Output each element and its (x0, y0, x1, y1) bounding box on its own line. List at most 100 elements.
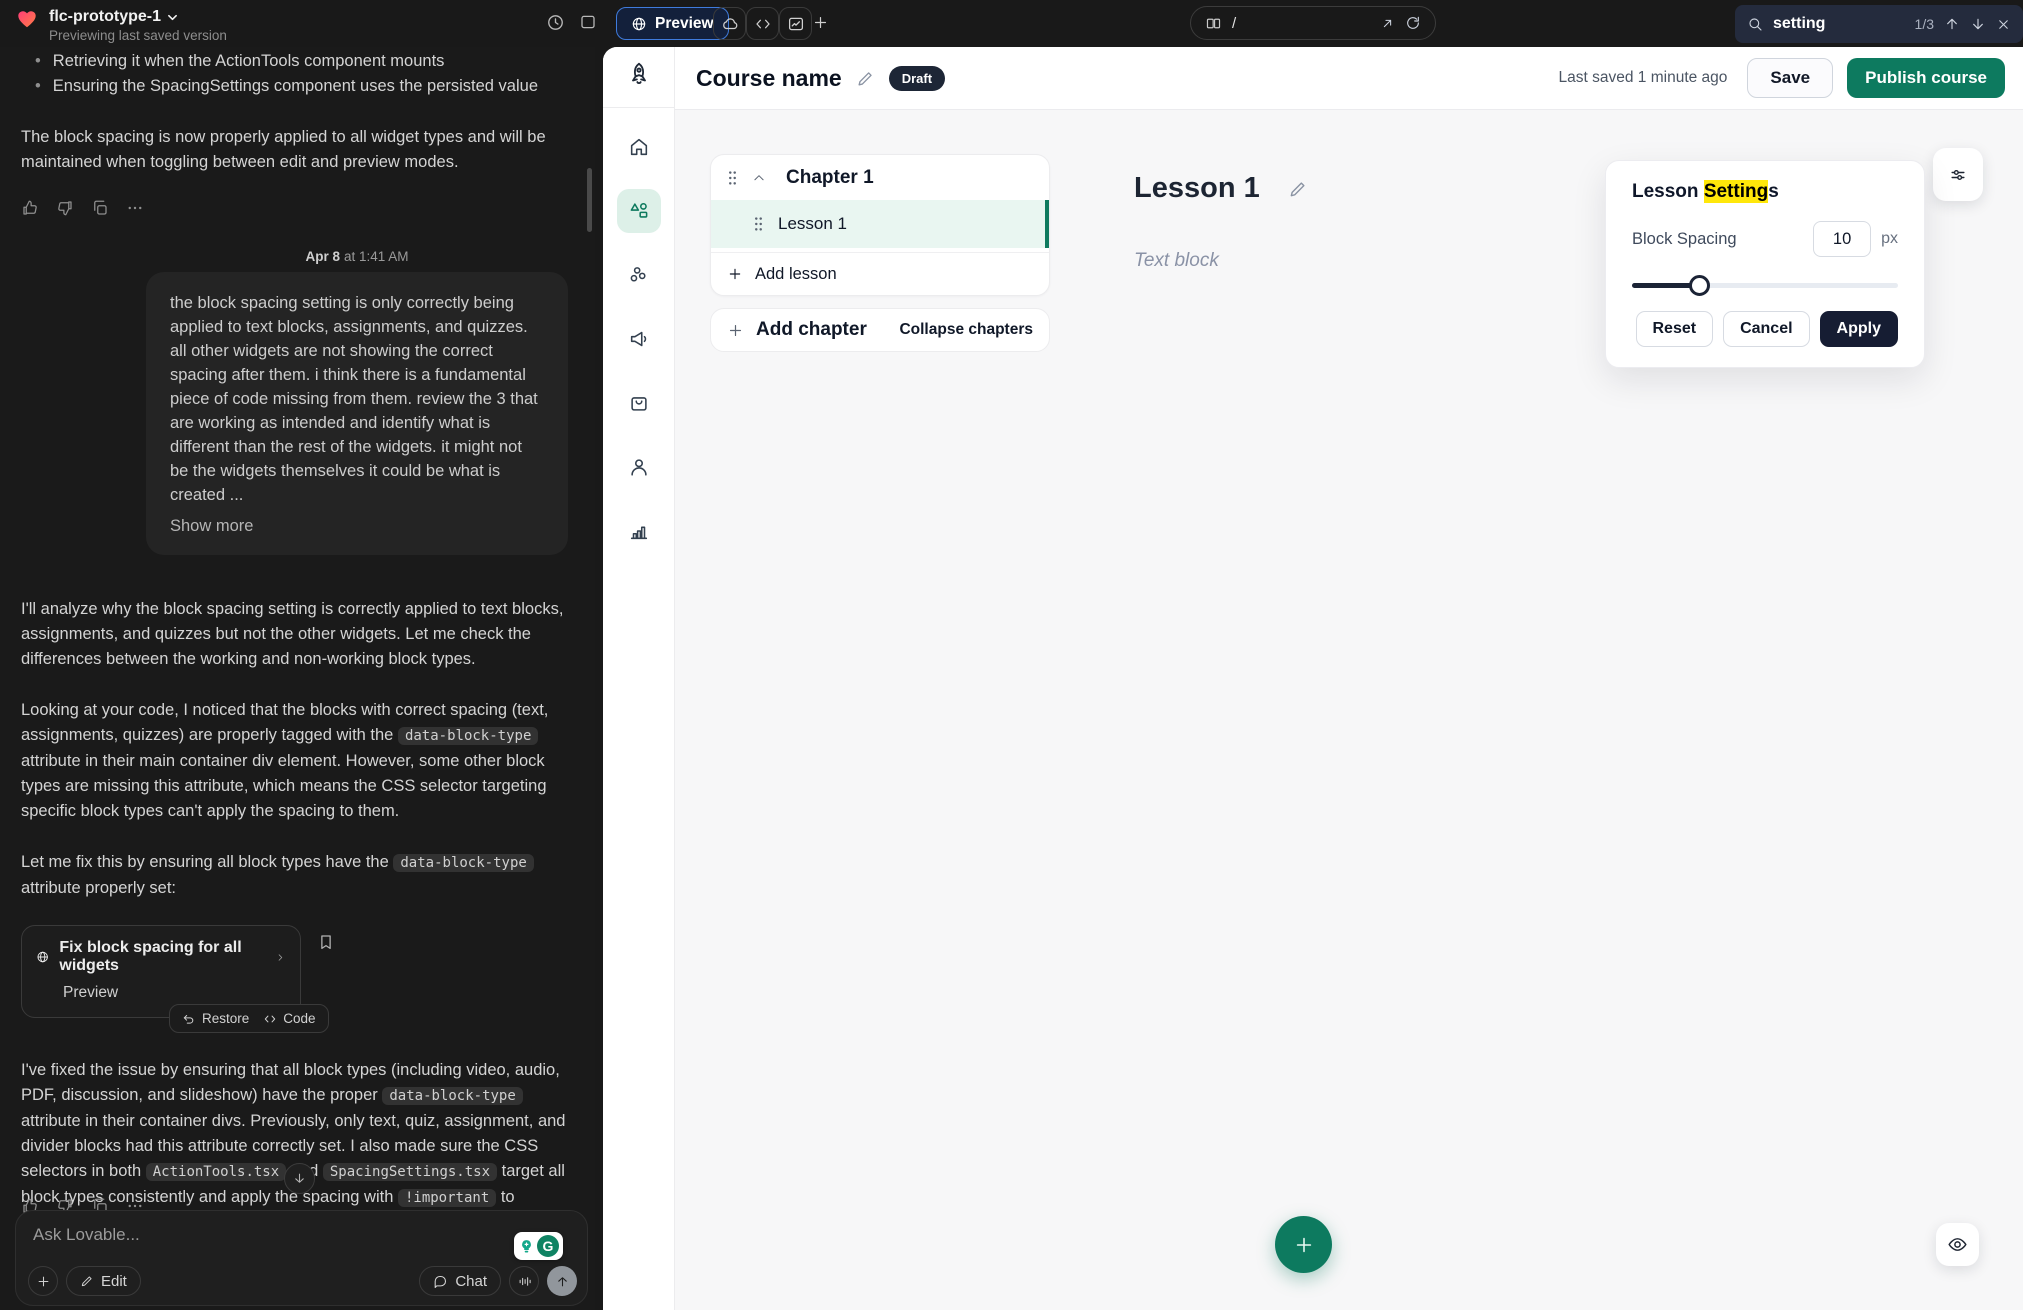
chat-scrollbar[interactable] (587, 168, 592, 232)
history-icon[interactable] (546, 13, 565, 37)
apply-button[interactable]: Apply (1820, 311, 1898, 347)
thumbs-up-icon[interactable] (21, 199, 39, 217)
voice-input-button[interactable] (509, 1266, 539, 1296)
lesson-row-selected[interactable]: Lesson 1 (711, 200, 1049, 248)
add-block-fab[interactable] (1275, 1216, 1332, 1273)
publish-course-button[interactable]: Publish course (1847, 58, 2005, 98)
device-preview-icon (1205, 15, 1222, 32)
copy-icon[interactable] (91, 199, 109, 217)
course-header: Course name Draft Last saved 1 minute ag… (675, 47, 2023, 110)
preview-toggle-button[interactable] (1936, 1223, 1979, 1266)
add-chapter-button[interactable]: Add chapter (756, 319, 867, 341)
chat-composer[interactable]: Ask Lovable... G Edit Chat (15, 1210, 588, 1306)
rail-divider (603, 107, 675, 108)
analytics-button[interactable] (779, 7, 812, 40)
bookmark-icon[interactable] (317, 933, 335, 956)
find-match-counter: 1/3 (1915, 16, 1934, 32)
screen: flc-prototype-1 Previewing last saved ve… (0, 0, 2023, 1310)
restore-button[interactable]: Restore (182, 1011, 249, 1026)
find-next-icon[interactable] (1970, 16, 1986, 32)
rail-item-community[interactable] (617, 253, 661, 297)
attach-button[interactable] (28, 1266, 58, 1296)
edit-title-icon[interactable] (856, 69, 875, 88)
scroll-to-bottom-button[interactable] (284, 1163, 315, 1194)
sliders-icon (1948, 165, 1968, 185)
show-more-link[interactable]: Show more (170, 517, 253, 536)
rail-item-store[interactable] (617, 381, 661, 425)
chevron-right-icon[interactable] (275, 951, 286, 964)
edit-lesson-title-icon[interactable] (1288, 179, 1308, 199)
version-card-subtitle: Preview (63, 984, 286, 1002)
new-tab-plus-icon[interactable] (812, 14, 829, 36)
cancel-button[interactable]: Cancel (1723, 311, 1809, 347)
collapse-chapters-button[interactable]: Collapse chapters (899, 321, 1033, 339)
edit-mode-button[interactable]: Edit (66, 1266, 141, 1296)
cloud-icon (721, 15, 739, 33)
list-item: •Ensuring the SpacingSettings component … (21, 74, 573, 99)
message-actions (21, 199, 573, 217)
chat-mode-button[interactable]: Chat (419, 1266, 501, 1296)
assistant-summary: The block spacing is now properly applie… (21, 125, 573, 175)
last-saved-text: Last saved 1 minute ago (1559, 69, 1728, 87)
collapse-chapter-icon[interactable] (752, 171, 766, 185)
rail-item-people[interactable] (617, 445, 661, 489)
person-icon (628, 456, 650, 478)
code-button[interactable]: Code (263, 1011, 315, 1026)
save-button[interactable]: Save (1747, 58, 1833, 98)
rail-item-home[interactable] (617, 125, 661, 169)
circles-icon (628, 264, 650, 286)
assistant-paragraph: I'll analyze why the block spacing setti… (21, 597, 573, 672)
plus-icon (36, 1274, 51, 1289)
inline-code: data-block-type (382, 1087, 522, 1105)
arrow-up-icon (555, 1274, 570, 1289)
thumbs-down-icon[interactable] (56, 199, 74, 217)
lightbulb-icon (518, 1238, 535, 1255)
chapter-title: Chapter 1 (786, 167, 874, 189)
panel-title: Lesson Settings (1632, 181, 1898, 203)
grammarly-icon: G (537, 1235, 559, 1257)
bar-chart-icon (628, 520, 650, 542)
shapes-icon (628, 200, 650, 222)
find-input[interactable] (1773, 15, 1903, 33)
add-lesson-button[interactable]: Add lesson (711, 252, 1049, 295)
block-spacing-input[interactable] (1813, 221, 1871, 257)
layout-panel-icon[interactable] (579, 13, 597, 36)
chat-scroll-area[interactable]: •Retrieving it when the ActionTools comp… (0, 47, 595, 1310)
open-external-icon[interactable] (1380, 16, 1395, 31)
drag-handle-icon[interactable] (753, 216, 764, 232)
refresh-icon[interactable] (1405, 15, 1421, 31)
spacing-slider-thumb[interactable] (1689, 275, 1710, 296)
project-menu[interactable]: flc-prototype-1 Previewing last saved ve… (15, 8, 227, 43)
inline-code: data-block-type (398, 727, 538, 745)
cloud-button[interactable] (713, 7, 746, 40)
more-options-icon[interactable] (126, 199, 144, 217)
user-message-bubble: the block spacing setting is only correc… (146, 272, 568, 555)
text-block-placeholder[interactable]: Text block (1134, 250, 1219, 272)
add-chapter-bar: Add chapter Collapse chapters (710, 308, 1050, 352)
rail-item-marketing[interactable] (617, 317, 661, 361)
code-icon (263, 1012, 277, 1026)
find-close-icon[interactable] (1996, 17, 2011, 32)
bag-icon (628, 392, 650, 414)
project-name[interactable]: flc-prototype-1 (49, 8, 161, 26)
code-view-button[interactable] (746, 7, 779, 40)
chapter-row[interactable]: Chapter 1 (711, 155, 1049, 200)
block-spacing-slider[interactable] (1632, 275, 1898, 295)
inline-code: !important (398, 1189, 496, 1207)
chat-bubble-icon (433, 1274, 448, 1289)
chat-input-placeholder[interactable]: Ask Lovable... (33, 1225, 140, 1245)
url-path[interactable]: / (1232, 15, 1370, 32)
rail-item-content[interactable] (617, 189, 661, 233)
preview-button[interactable]: Preview (616, 7, 729, 40)
course-title: Course name (696, 65, 842, 92)
drag-handle-icon[interactable] (727, 170, 738, 186)
send-button[interactable] (547, 1266, 577, 1296)
reset-button[interactable]: Reset (1636, 311, 1714, 347)
grammarly-widget[interactable]: G (514, 1232, 563, 1260)
inline-code: ActionTools.tsx (146, 1163, 286, 1181)
rail-item-analytics[interactable] (617, 509, 661, 553)
find-previous-icon[interactable] (1944, 16, 1960, 32)
url-bar[interactable]: / (1190, 6, 1436, 40)
assistant-paragraph: Let me fix this by ensuring all block ty… (21, 850, 573, 901)
settings-toggle-button[interactable] (1933, 148, 1983, 201)
